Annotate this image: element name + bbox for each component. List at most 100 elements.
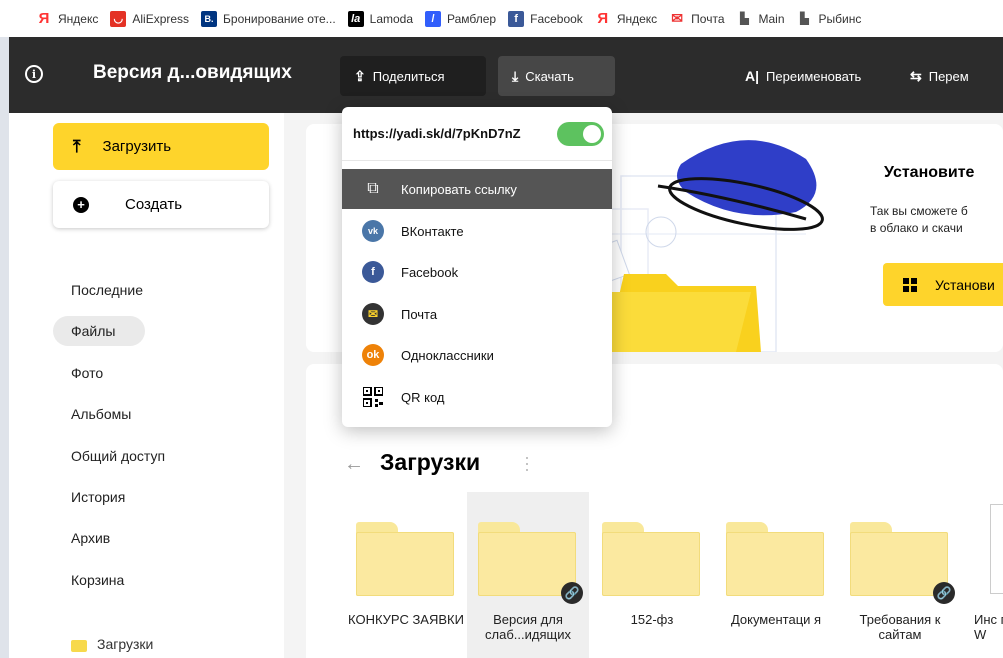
move-button[interactable]: ⇆ Перем [896,56,983,96]
file-tile[interactable]: 152-фз [591,492,713,658]
folder-icon [356,522,454,596]
move-icon: ⇆ [910,67,922,84]
rambler-icon: / [425,10,442,27]
file-tile[interactable]: Инс по W [962,492,1003,658]
menu-item-vk[interactable]: vk ВКонтакте [342,211,612,251]
menu-item-label: Почта [401,306,438,322]
back-arrow-icon[interactable]: ← [344,453,364,476]
folder-title: Загрузки [380,449,481,475]
file-tile-selected[interactable]: 🔗 Версия для слаб...идящих [467,492,589,658]
file-tile[interactable]: 🔗 Требования к сайтам [839,492,961,658]
sidebar-item-albums[interactable]: Альбомы [53,399,131,429]
file-name: КОНКУРС ЗАЯВКИ [348,612,464,627]
bookmark-label: Почта [691,11,725,26]
upload-icon: ⤒ [73,136,81,156]
sidebar-item-archive[interactable]: Архив [53,523,110,553]
bookmark-main[interactable]: ▙ Main [737,11,785,27]
menu-item-label: Одноклассники [401,347,494,363]
sidebar-item-shared[interactable]: Общий доступ [53,441,165,471]
sidebar-item-photo[interactable]: Фото [53,358,103,388]
upload-label: Загрузить [102,138,172,155]
folder-icon [478,522,576,596]
document-icon: ▙ [740,13,749,25]
promo-title: Установите [884,164,975,181]
sidebar-item-trash[interactable]: Корзина [53,565,124,595]
bookmark-mail[interactable]: ✉ Почта [669,10,725,27]
file-name: Инс по W [974,612,1003,642]
left-window-edge [0,0,9,658]
menu-item-mail[interactable]: ✉ Почта [342,294,612,334]
vk-icon: vk [362,220,384,242]
booking-icon: B. [201,10,218,27]
mail-icon: ✉ [362,303,384,325]
sidebar-item-history[interactable]: История [53,482,125,512]
folder-icon [71,640,87,652]
odnoklassniki-icon: ok [362,344,384,366]
plus-icon: + [73,196,89,213]
bookmark-lamoda[interactable]: la Lamoda [347,10,414,27]
yandex-icon: Я [38,10,50,27]
bookmark-rambler[interactable]: / Рамблер [425,10,497,27]
info-icon[interactable]: i [25,65,43,83]
share-menu: https://yadi.sk/d/7pKnD7nZ ⧉ Копировать … [342,107,612,427]
facebook-icon: f [508,10,525,27]
install-label: Установи [935,276,995,293]
bookmark-label: Рыбинс [818,11,862,26]
windows-icon [903,277,917,292]
move-label: Перем [928,68,969,84]
bookmark-label: Яндекс [58,11,99,26]
sidebar-item-files[interactable]: Файлы [53,316,145,346]
file-name: Требования к сайтам [859,612,941,642]
bookmark-facebook[interactable]: f Facebook [508,10,583,27]
menu-item-label: QR код [401,389,445,405]
menu-item-odnoklassniki[interactable]: ok Одноклассники [342,335,612,375]
bookmark-yandex[interactable]: Я Яндекс [36,10,99,27]
menu-item-copy-link[interactable]: ⧉ Копировать ссылку [342,169,612,209]
file-tile[interactable]: Документаци я [715,492,837,658]
document-icon: ▙ [800,13,809,25]
copy-icon: ⧉ [367,180,379,197]
menu-item-qr[interactable]: QR код [342,377,612,417]
bookmark-yandex-2[interactable]: Я Яндекс [595,10,658,27]
upload-button[interactable]: ⤒ Загрузить [53,123,269,170]
bookmark-label: Рамблер [447,11,497,26]
folder-icon [602,522,700,596]
menu-item-label: Facebook [401,264,459,280]
rename-icon: A| [745,68,760,84]
menu-divider [342,160,612,161]
document-thumbnail [990,504,1003,594]
bookmark-rybins[interactable]: ▙ Рыбинс [797,11,862,27]
bookmarks-bar: Я Яндекс ◡ AliExpress B. Бронирование от… [0,0,1003,37]
file-tile[interactable]: КОНКУРС ЗАЯВКИ [345,492,467,658]
rename-button[interactable]: A| Переименовать [731,56,875,96]
bookmark-label: Facebook [530,11,583,26]
share-label: Поделиться [372,68,445,84]
promo-text-line: Так вы сможете б [870,204,968,218]
menu-item-facebook[interactable]: f Facebook [342,252,612,292]
bookmark-label: Lamoda [369,11,414,26]
folder-icon [850,522,948,596]
sidebar-item-recent[interactable]: Последние [53,275,143,305]
bookmark-label: AliExpress [132,11,190,26]
bookmark-label: Main [758,11,785,26]
menu-item-label: ВКонтакте [401,223,464,239]
install-button[interactable]: Установи [883,263,1003,306]
file-toolbar: i Версия д...овидящих ⇪ Поделиться ⤓ Ска… [9,37,1003,113]
create-button[interactable]: + Создать [53,181,269,228]
qr-code-icon [362,386,384,408]
bookmark-label: Яндекс [616,11,658,26]
file-title: Версия д...овидящих [93,62,292,83]
mail-icon: ✉ [671,10,684,26]
promo-text: Так вы сможете б в облако и скачи [870,203,1003,237]
download-label: Скачать [525,68,574,84]
shared-link-icon: 🔗 [933,582,955,604]
rename-label: Переименовать [766,68,862,84]
share-button[interactable]: ⇪ Поделиться [340,56,486,96]
more-options-icon[interactable]: · · · [524,448,530,478]
sidebar-folder-downloads[interactable]: Загрузки [97,636,153,652]
download-button[interactable]: ⤓ Скачать [498,56,615,96]
bookmark-booking[interactable]: B. Бронирование оте... [201,10,336,27]
public-link[interactable]: https://yadi.sk/d/7pKnD7nZ [353,126,521,141]
public-link-toggle[interactable] [557,122,604,146]
bookmark-aliexpress[interactable]: ◡ AliExpress [110,10,190,27]
